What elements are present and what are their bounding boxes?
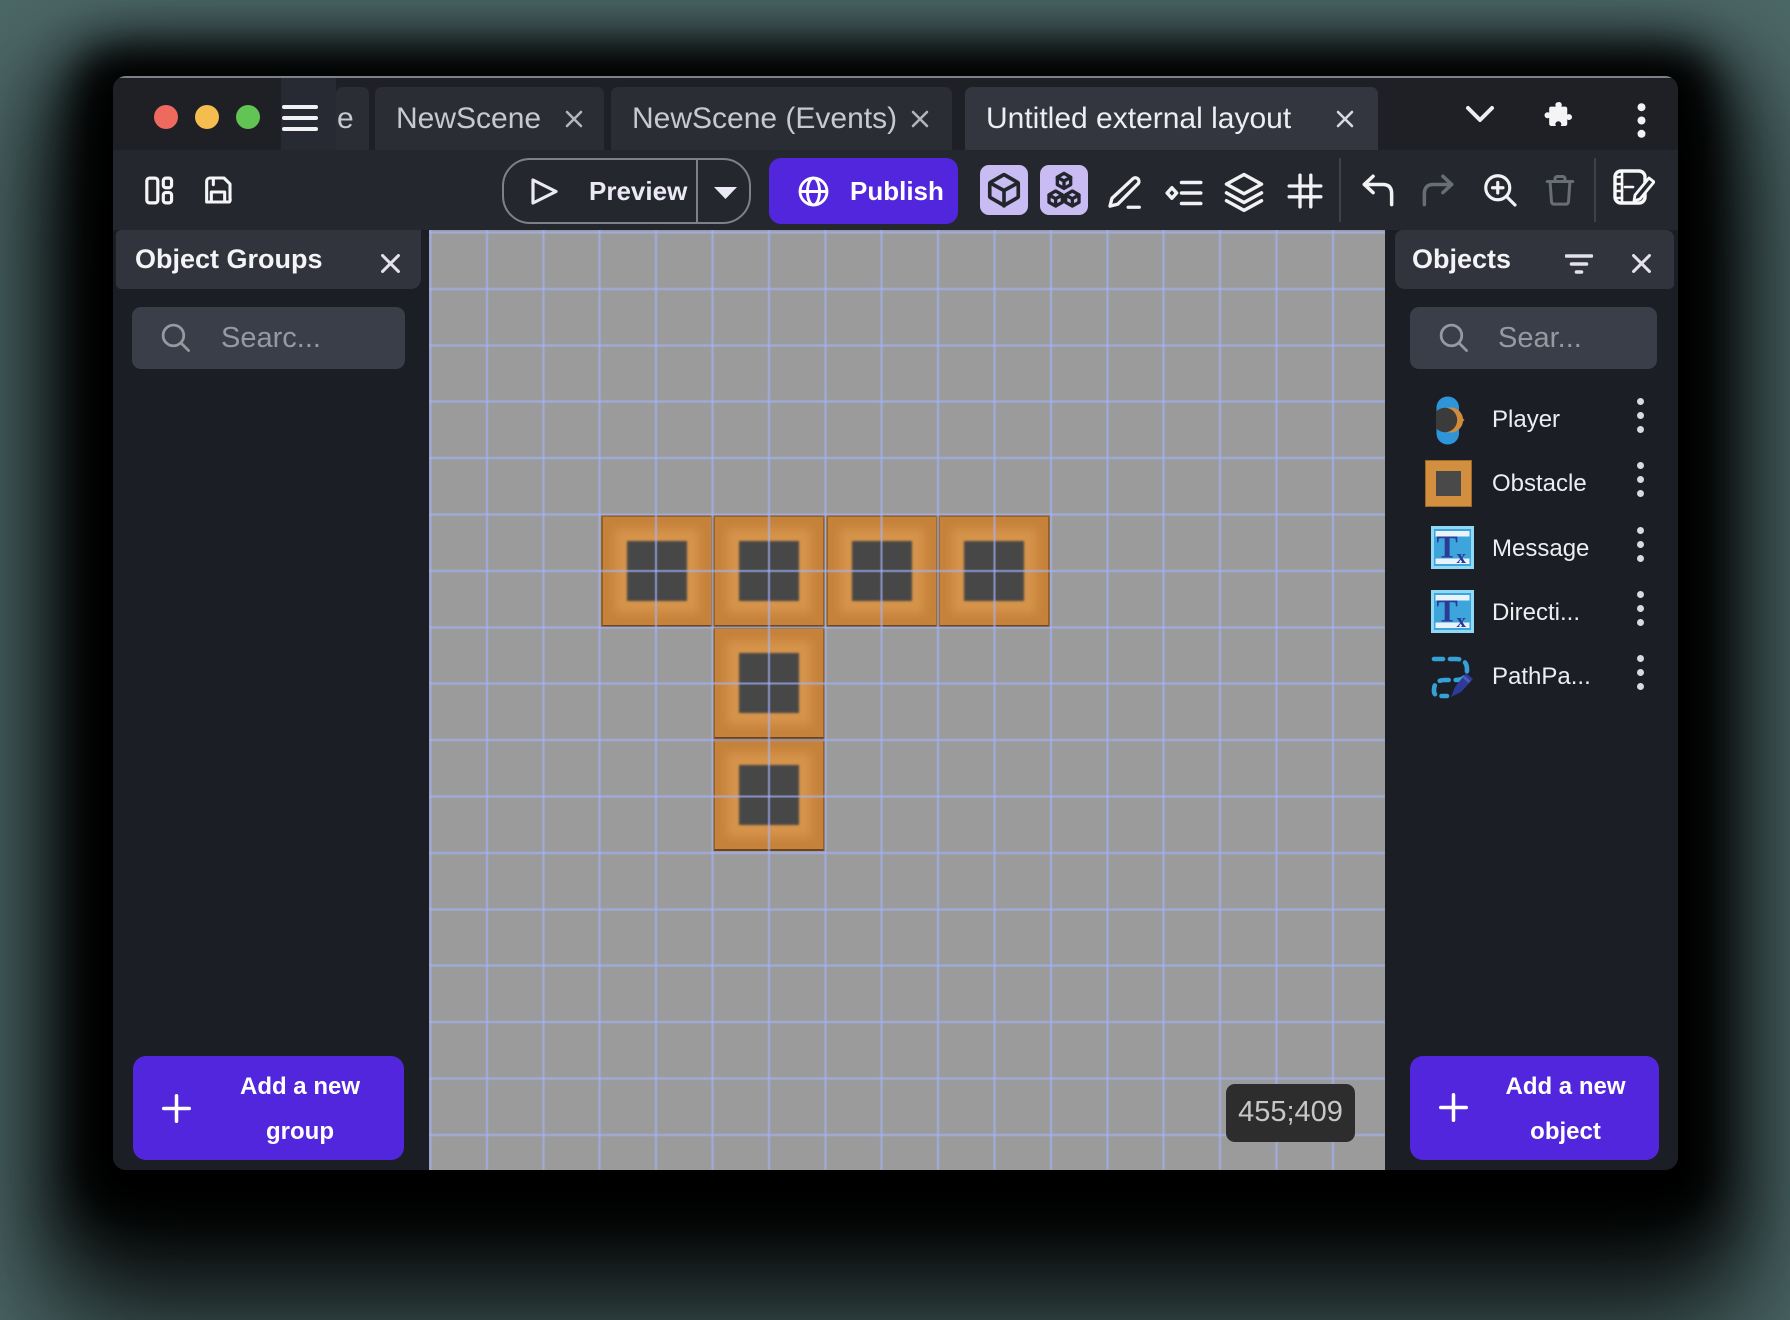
svg-text:T: T [1437,593,1458,629]
svg-text:x: x [1457,547,1467,568]
svg-text:T: T [1437,529,1458,565]
svg-text:x: x [1457,611,1467,632]
